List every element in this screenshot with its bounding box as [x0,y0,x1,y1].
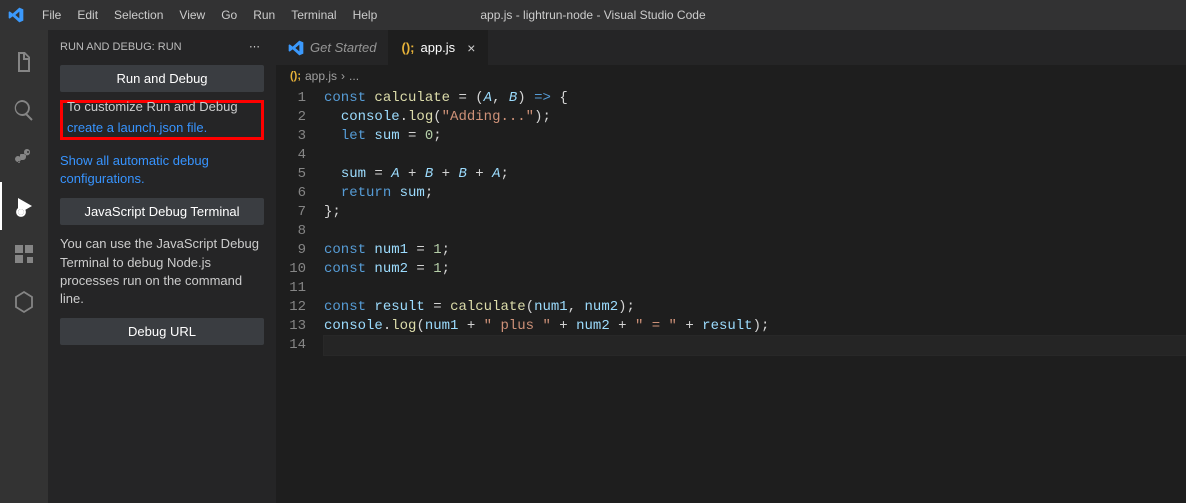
tab-get-started[interactable]: Get Started [276,30,389,65]
js-debug-terminal-desc: You can use the JavaScript Debug Termina… [60,235,264,308]
cutoff-text: To customize Run and Debug [67,99,257,114]
breadcrumb-sep: › [341,69,345,83]
explorer-icon[interactable] [0,38,48,86]
run-and-debug-button[interactable]: Run and Debug [60,65,264,92]
source-control-icon[interactable] [0,134,48,182]
close-icon[interactable]: × [467,40,475,56]
menu-file[interactable]: File [34,8,69,22]
breadcrumb[interactable]: (); app.js › ... [276,65,1186,87]
titlebar: File Edit Selection View Go Run Terminal… [0,0,1186,30]
run-debug-icon[interactable] [0,182,48,230]
vscode-small-icon [288,40,304,56]
tab-label: app.js [420,40,455,55]
create-launch-highlight: To customize Run and Debug create a laun… [60,100,264,140]
js-debug-terminal-button[interactable]: JavaScript Debug Terminal [60,198,264,225]
search-icon[interactable] [0,86,48,134]
menu-terminal[interactable]: Terminal [283,8,344,22]
js-file-icon: (); [290,70,301,82]
menu-bar: File Edit Selection View Go Run Terminal… [34,8,385,22]
menu-view[interactable]: View [171,8,213,22]
vscode-logo-icon [8,7,24,23]
create-launch-json-link[interactable]: create a launch.json file. [67,120,207,135]
tab-label: Get Started [310,40,376,55]
breadcrumb-rest: ... [349,69,359,83]
hexagon-icon[interactable] [0,278,48,326]
line-number-gutter: 1234567891011121314 [276,89,324,503]
tab-appjs[interactable]: (); app.js × [389,30,488,65]
run-debug-sidebar: RUN AND DEBUG: RUN ⋯ Run and Debug To cu… [48,30,276,503]
editor-tabs: Get Started (); app.js × [276,30,1186,65]
sidebar-title: RUN AND DEBUG: RUN [60,41,182,53]
activity-bar [0,30,48,503]
js-file-icon: (); [401,40,414,55]
editor-area: Get Started (); app.js × (); app.js › ..… [276,30,1186,503]
code-editor[interactable]: 1234567891011121314 const calculate = (A… [276,87,1186,503]
menu-selection[interactable]: Selection [106,8,171,22]
menu-edit[interactable]: Edit [69,8,106,22]
sidebar-more-icon[interactable]: ⋯ [245,40,264,53]
breadcrumb-file: app.js [305,69,337,83]
window-title: app.js - lightrun-node - Visual Studio C… [480,8,705,22]
code-content[interactable]: const calculate = (A, B) => { console.lo… [324,89,1186,503]
extensions-icon[interactable] [0,230,48,278]
menu-go[interactable]: Go [213,8,245,22]
menu-run[interactable]: Run [245,8,283,22]
debug-url-button[interactable]: Debug URL [60,318,264,345]
menu-help[interactable]: Help [345,8,386,22]
show-all-configs-link[interactable]: Show all automatic debug configurations. [60,153,209,186]
